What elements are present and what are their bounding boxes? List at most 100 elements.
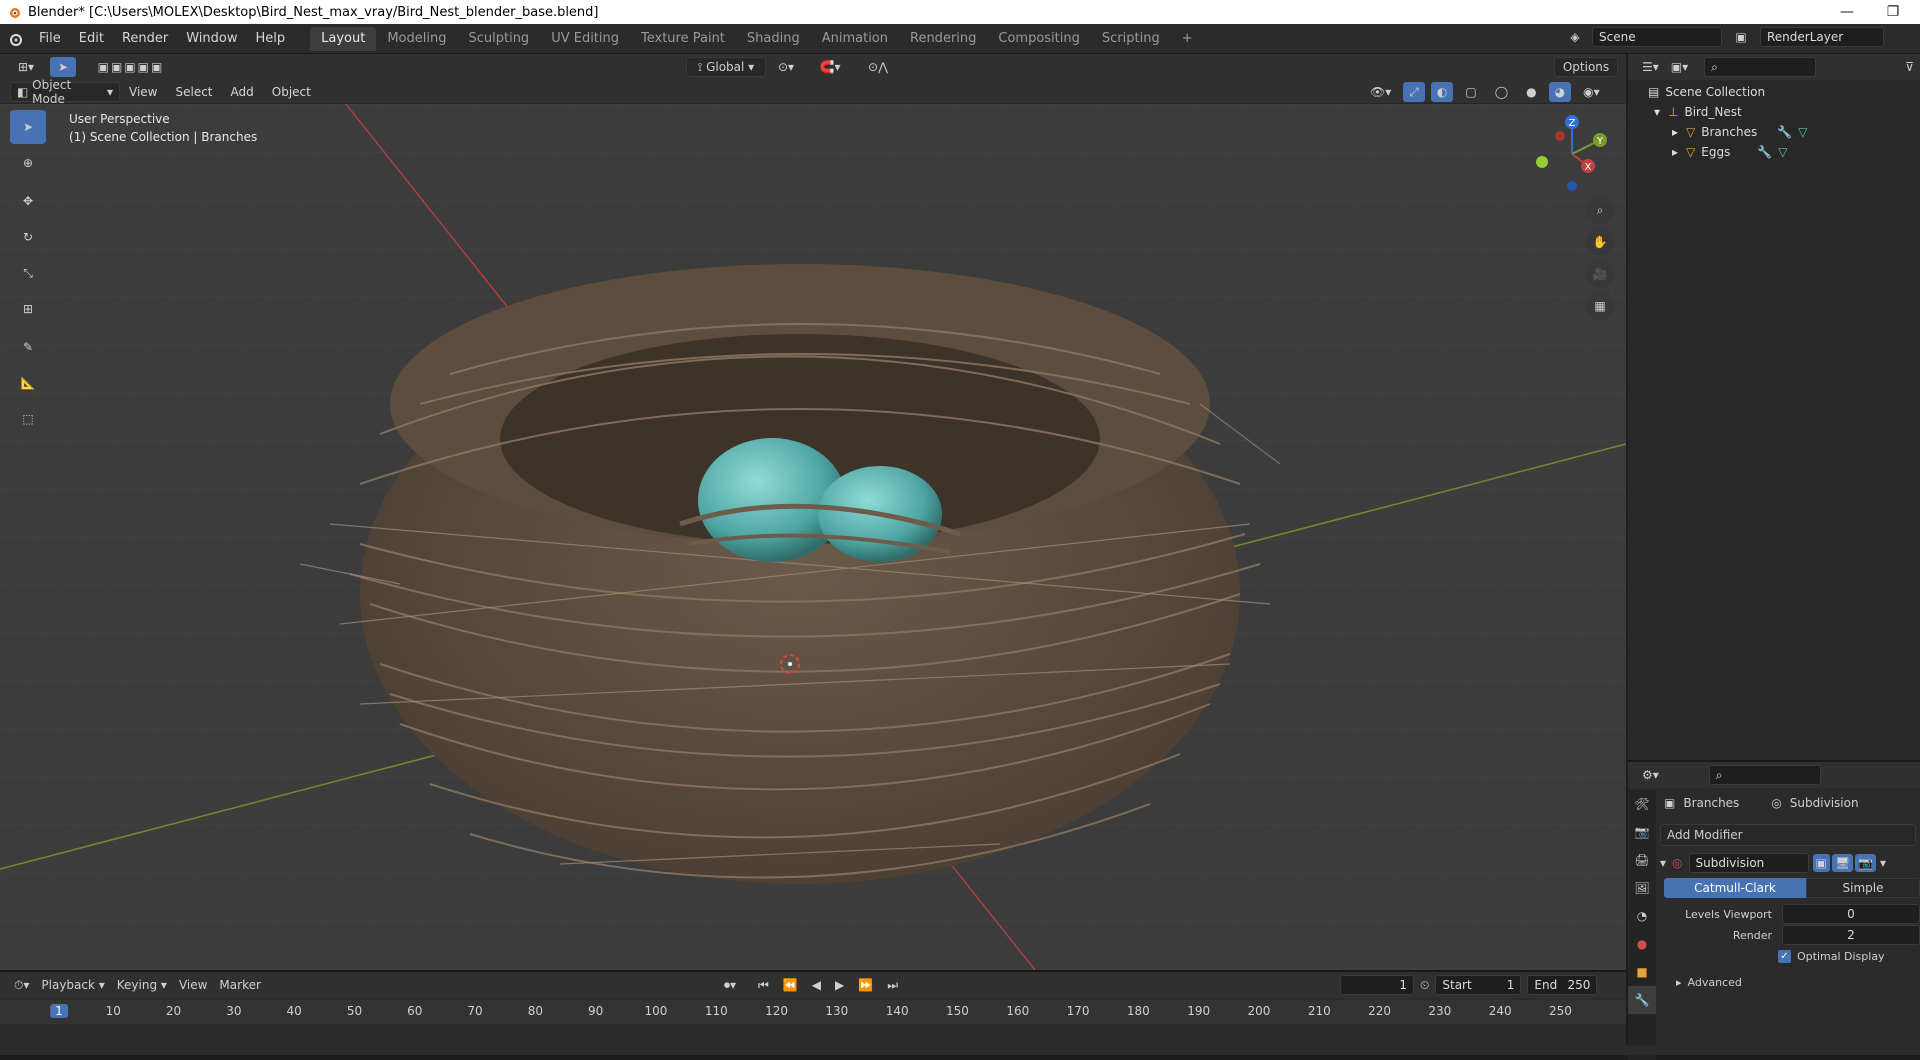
tab-scripting[interactable]: Scripting <box>1091 27 1171 51</box>
ortho-grid-icon[interactable]: ▦ <box>1586 292 1614 320</box>
menu-edit[interactable]: Edit <box>70 27 113 51</box>
xray-icon[interactable]: ▢ <box>1459 82 1482 102</box>
material-shading-icon[interactable]: ◕ <box>1548 82 1572 102</box>
selection-mode-icons[interactable]: ▣▣▣▣▣ <box>84 57 178 77</box>
render-toggle-icon[interactable]: 📷 <box>1855 854 1877 872</box>
modifier-menu-icon[interactable]: ▾ <box>1880 856 1886 870</box>
add-workspace-button[interactable]: + <box>1171 27 1204 51</box>
collapse-icon[interactable]: ▾ <box>1660 856 1666 870</box>
end-frame-field[interactable]: End 250 <box>1527 975 1598 995</box>
view-layer-tab-icon[interactable]: 🖼 <box>1628 874 1656 902</box>
edit-mode-toggle-icon[interactable]: ▣ <box>1812 854 1830 872</box>
advanced-panel-header[interactable]: ▸ Advanced <box>1676 976 1742 989</box>
restore-button[interactable]: ❐ <box>1870 0 1916 24</box>
menu-window[interactable]: Window <box>177 27 246 51</box>
optimal-display-checkbox[interactable]: ✓ <box>1778 950 1791 963</box>
transform-tool-icon[interactable]: ⊞ <box>10 292 46 326</box>
menu-render[interactable]: Render <box>113 27 177 51</box>
menu-help[interactable]: Help <box>247 27 295 51</box>
object-tab-icon[interactable]: ■ <box>1628 958 1656 986</box>
expand-right-icon[interactable]: ▸ <box>1672 145 1678 159</box>
tab-shading[interactable]: Shading <box>736 27 811 51</box>
start-frame-field[interactable]: Start 1 <box>1435 975 1522 995</box>
navigation-gizmo[interactable]: Z Y X <box>1534 114 1610 194</box>
jump-start-icon[interactable]: ⏮ <box>752 975 775 995</box>
tab-sculpting[interactable]: Sculpting <box>457 27 540 51</box>
snap-icon[interactable]: 🧲▾ <box>806 57 854 77</box>
render-levels-field[interactable]: 2 <box>1782 925 1920 945</box>
tab-texture-paint[interactable]: Texture Paint <box>630 27 736 51</box>
tab-uv-editing[interactable]: UV Editing <box>540 27 630 51</box>
modifier-tab-icon[interactable]: 🔧 <box>1628 986 1656 1014</box>
menu-select[interactable]: Select <box>166 80 221 104</box>
wireframe-shading-icon[interactable]: ◯ <box>1489 82 1514 102</box>
tool-tab-icon[interactable]: 🛠 <box>1628 790 1656 818</box>
menu-file[interactable]: File <box>30 27 70 51</box>
proportional-edit-icon[interactable]: ⊙⋀ <box>858 57 898 77</box>
tab-layout[interactable]: Layout <box>310 26 377 51</box>
next-keyframe-icon[interactable]: ⏩ <box>852 975 879 995</box>
measure-tool-icon[interactable]: 📐 <box>10 366 46 400</box>
prev-keyframe-icon[interactable]: ⏪ <box>777 975 804 995</box>
menu-keying[interactable]: Keying ▾ <box>111 975 173 995</box>
menu-timeline-view[interactable]: View <box>173 975 213 995</box>
outliner-row-collection[interactable]: ▾ ⊥ Bird_Nest <box>1628 102 1920 122</box>
select-box-tool-icon[interactable]: ➤ <box>10 110 46 144</box>
gizmo-toggle-icon[interactable]: ⤢ <box>1403 82 1425 102</box>
menu-add[interactable]: Add <box>222 80 263 104</box>
world-tab-icon[interactable]: ● <box>1628 930 1656 958</box>
solid-shading-icon[interactable]: ● <box>1520 82 1542 102</box>
editor-type-icon[interactable]: ⊞▾ <box>8 57 44 77</box>
menu-view[interactable]: View <box>120 80 166 104</box>
outliner-row-scene[interactable]: ▤ Scene Collection <box>1628 82 1920 102</box>
menu-object[interactable]: Object <box>263 80 320 104</box>
cursor-tool-icon[interactable]: ⊕ <box>10 146 46 180</box>
options-button[interactable]: Options <box>1554 57 1618 77</box>
pan-hand-icon[interactable]: ✋ <box>1586 228 1614 256</box>
outliner-search-input[interactable]: ⌕ <box>1704 57 1817 77</box>
camera-view-icon[interactable]: 🎥 <box>1586 260 1614 288</box>
tab-compositing[interactable]: Compositing <box>987 27 1091 51</box>
outliner-editor-icon[interactable]: ☰▾ <box>1636 57 1665 77</box>
expand-right-icon[interactable]: ▸ <box>1672 125 1678 139</box>
viewport-toggle-icon[interactable]: 🖥 <box>1831 854 1854 872</box>
outliner-row-branches[interactable]: ▸ ▽ Branches 🔧 ▽ <box>1628 122 1920 142</box>
3d-viewport[interactable]: ➤ ⊕ ✥ ↻ ⤡ ⊞ ✎ 📐 ⬚ User Perspective (1) S… <box>0 104 1626 970</box>
select-tool-icon[interactable]: ➤ <box>50 57 76 77</box>
timeline-ruler[interactable]: 1 10 20 30 40 50 60 70 80 90 100 110 120 130 140 150 160… <box>0 1000 1626 1024</box>
object-mode-select[interactable]: ◧ Object Mode ▾ <box>10 78 120 106</box>
blender-menu-icon[interactable] <box>0 32 30 46</box>
levels-viewport-field[interactable]: 0 <box>1782 904 1920 924</box>
render-layer-icon[interactable]: ▣ <box>1726 30 1756 44</box>
expand-down-icon[interactable]: ▾ <box>1654 105 1660 119</box>
record-keyframe-icon[interactable]: ⏺▾ <box>718 975 742 995</box>
catmull-clark-button[interactable]: Catmull-Clark <box>1664 878 1806 898</box>
minimize-button[interactable]: — <box>1824 0 1870 24</box>
scene-selector[interactable]: Scene <box>1592 27 1722 47</box>
zoom-icon[interactable]: ⌕ <box>1586 196 1614 224</box>
tab-rendering[interactable]: Rendering <box>899 27 987 51</box>
add-modifier-button[interactable]: Add Modifier <box>1660 824 1916 846</box>
filter-icon[interactable]: ⊽ <box>1899 57 1920 77</box>
render-tab-icon[interactable]: 📷 <box>1628 818 1656 846</box>
menu-marker[interactable]: Marker <box>213 975 266 995</box>
move-tool-icon[interactable]: ✥ <box>10 184 46 218</box>
jump-end-icon[interactable]: ⏭ <box>881 975 904 995</box>
modifier-name-field[interactable]: Subdivision <box>1688 853 1809 873</box>
rotate-tool-icon[interactable]: ↻ <box>10 220 46 254</box>
output-tab-icon[interactable]: 🖨 <box>1628 846 1656 874</box>
transform-orientation-select[interactable]: ⟟ Global ▾ <box>686 57 766 77</box>
simple-button[interactable]: Simple <box>1806 878 1920 898</box>
overlay-toggle-icon[interactable]: ◐ <box>1430 82 1454 102</box>
outliner-row-eggs[interactable]: ▸ ▽ Eggs 🔧 ▽ <box>1628 142 1920 162</box>
playhead[interactable]: 1 <box>50 1004 68 1018</box>
visibility-icon[interactable]: 👁▾ <box>1364 82 1397 102</box>
scene-icon[interactable]: ◈ <box>1562 30 1588 44</box>
properties-editor-icon[interactable]: ⚙▾ <box>1636 765 1665 785</box>
render-layer-selector[interactable]: RenderLayer <box>1760 27 1884 47</box>
current-frame-field[interactable]: 1 <box>1340 975 1414 995</box>
menu-playback[interactable]: Playback ▾ <box>35 975 110 995</box>
annotate-tool-icon[interactable]: ✎ <box>10 330 46 364</box>
tab-modeling[interactable]: Modeling <box>376 27 457 51</box>
scale-tool-icon[interactable]: ⤡ <box>10 256 46 290</box>
